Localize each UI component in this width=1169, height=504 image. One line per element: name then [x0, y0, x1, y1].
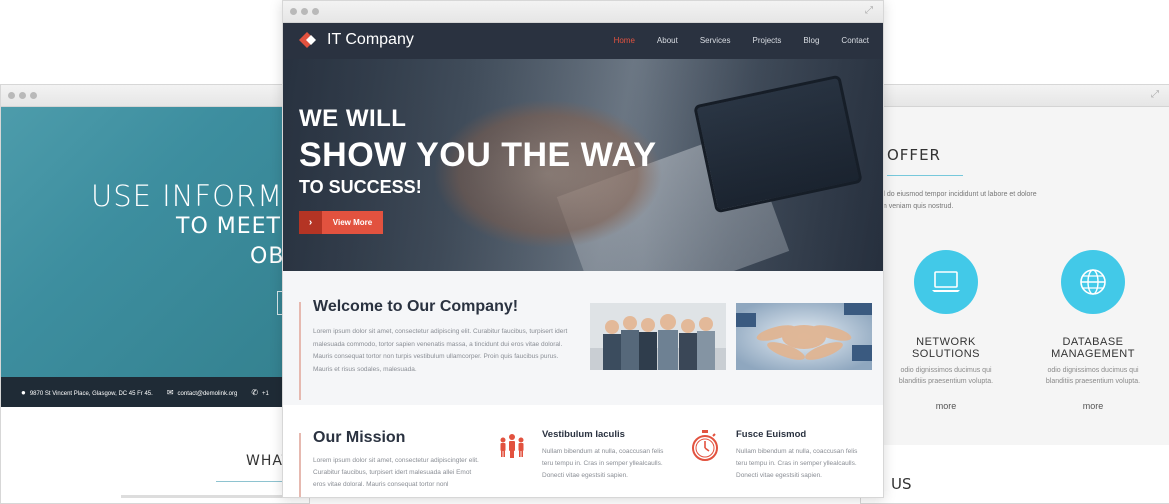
address-item: ● 9870 St Vincent Place, Glasgow, DC 45 F… [21, 388, 153, 397]
map-pin-icon: ● [21, 387, 26, 397]
nav-item-about[interactable]: About [657, 36, 678, 45]
service-title-line2: SOLUTIONS [911, 348, 981, 360]
mission-section: Our Mission Lorem ipsum dolor sit amet, … [283, 405, 883, 497]
team-icon [497, 433, 527, 464]
nav-item-blog[interactable]: Blog [803, 36, 819, 45]
right-browser-window: ⤢ OFFER d do eiusmod tempor incididunt u… [860, 84, 1169, 504]
lower-section-title: US [891, 475, 912, 493]
nav-item-contact[interactable]: Contact [841, 36, 869, 45]
window-chrome: ⤢ [283, 1, 883, 23]
service-desc-line1: odio dignissimos ducimus qui [1047, 367, 1139, 374]
offer-title: OFFER [887, 146, 941, 164]
hero-line-3: TO SUCCESS! [299, 177, 422, 197]
service-desc-line2: blanditiis praesentium volupta. [898, 378, 994, 385]
offer-intro: d do eiusmod tempor incididunt ut labore… [881, 189, 1037, 213]
service-title-line2: MANAGEMENT [1051, 348, 1135, 360]
left-browser-window: USE INFORMAT TO MEET OB ● 9870 St Vincent… [0, 84, 310, 504]
welcome-title: Welcome to Our Company! [313, 298, 519, 315]
email-text: contact@demolink.org [177, 390, 238, 397]
contact-bar: ● 9870 St Vincent Place, Glasgow, DC 45 F… [1, 377, 309, 407]
hero-slider: WE WILL SHOW YOU THE WAY TO SUCCESS! › V… [283, 59, 883, 271]
offer-underline [887, 175, 963, 176]
nav-item-home[interactable]: Home [614, 36, 635, 45]
address-text: 9870 St Vincent Place, Glasgow, DC 45 Fr… [29, 390, 153, 397]
view-more-label: View More [332, 218, 373, 227]
mission-text: Lorem ipsum dolor sit amet, consectetur … [313, 457, 479, 488]
service-title-line1: NETWORK [916, 336, 976, 348]
feature-column-2: Fusce Euismod Nullam bibendum at nulla, … [736, 429, 866, 482]
phone-icon: ✆ [251, 387, 259, 397]
accent-bar [299, 302, 301, 400]
service-title-line1: DATABASE [1062, 336, 1124, 348]
stopwatch-icon [691, 429, 719, 468]
feature-column-1: Vestibulum Iaculis Nullam bibendum at nu… [542, 429, 672, 482]
service-desc: odio dignissimos ducimus qui blanditiis p… [886, 365, 1006, 387]
site-header: IT Company Home About Services Projects … [283, 23, 883, 59]
title-underline [216, 481, 286, 482]
window-dots [8, 92, 37, 99]
service-desc-line2: blanditiis praesentium volupta. [1045, 378, 1141, 385]
mail-icon: ✉ [166, 387, 174, 397]
expand-icon[interactable]: ⤢ [1151, 90, 1161, 100]
hands-photo [736, 303, 872, 370]
hero-headline-3: OB [250, 244, 285, 269]
expand-icon[interactable]: ⤢ [865, 6, 875, 16]
window-dots [290, 8, 319, 15]
welcome-text: Lorem ipsum dolor sit amet, consectetur … [313, 328, 568, 373]
service-title: DATABASE MANAGEMENT [1033, 336, 1153, 360]
hero-headline-2: TO MEET [176, 214, 281, 239]
phone-text: +1 [262, 390, 269, 397]
more-link[interactable]: more [886, 401, 1006, 411]
phone-item[interactable]: ✆ +1 [251, 388, 269, 397]
service-icon-circle [914, 250, 978, 314]
email-item[interactable]: ✉ contact@demolink.org [167, 388, 238, 397]
service-desc: odio dignissimos ducimus qui blanditiis p… [1033, 365, 1153, 387]
hero-headline-1: USE INFORMAT [91, 179, 310, 213]
welcome-section: Welcome to Our Company! Lorem ipsum dolo… [283, 271, 883, 405]
hero-line-2: SHOW YOU THE WAY [299, 136, 657, 174]
nav-item-services[interactable]: Services [700, 36, 731, 45]
feature-text: Nullam bibendum at nulla, coaccusan feli… [736, 448, 858, 479]
globe-icon [1080, 269, 1106, 295]
logo-icon [299, 32, 316, 48]
feature-text: Nullam bibendum at nulla, coaccusan feli… [542, 448, 664, 479]
window-chrome: ⤢ [861, 85, 1169, 107]
window-chrome [1, 85, 309, 107]
nav-item-projects[interactable]: Projects [753, 36, 782, 45]
service-card-network: NETWORK SOLUTIONS odio dignissimos ducimu… [886, 250, 1006, 411]
team-photo [590, 303, 726, 370]
hero-banner: USE INFORMAT TO MEET OB [1, 107, 309, 377]
service-icon-circle [1061, 250, 1125, 314]
offer-intro-line2: m veniam quis nostrud. [881, 203, 954, 210]
accent-bar [299, 433, 301, 497]
offer-intro-line1: d do eiusmod tempor incididunt ut labore… [881, 191, 1037, 198]
service-title: NETWORK SOLUTIONS [886, 336, 1006, 360]
site-logo[interactable]: IT Company [299, 31, 414, 49]
service-card-database: DATABASE MANAGEMENT odio dignissimos duci… [1033, 250, 1153, 411]
hero-line-1: WE WILL [299, 105, 407, 132]
feature-title: Vestibulum Iaculis [542, 429, 625, 440]
brand-name: IT Company [327, 31, 414, 48]
laptop-icon [932, 271, 960, 292]
more-link[interactable]: more [1033, 401, 1153, 411]
service-desc-line1: odio dignissimos ducimus qui [900, 367, 992, 374]
main-nav: Home About Services Projects Blog Contac… [614, 36, 869, 45]
view-more-button[interactable]: › View More [299, 211, 383, 234]
main-browser-window: ⤢ IT Company Home About Services Project… [282, 0, 884, 498]
feature-title: Fusce Euismod [736, 429, 807, 440]
chevron-right-icon: › [299, 211, 322, 234]
mission-title: Our Mission [313, 429, 406, 446]
